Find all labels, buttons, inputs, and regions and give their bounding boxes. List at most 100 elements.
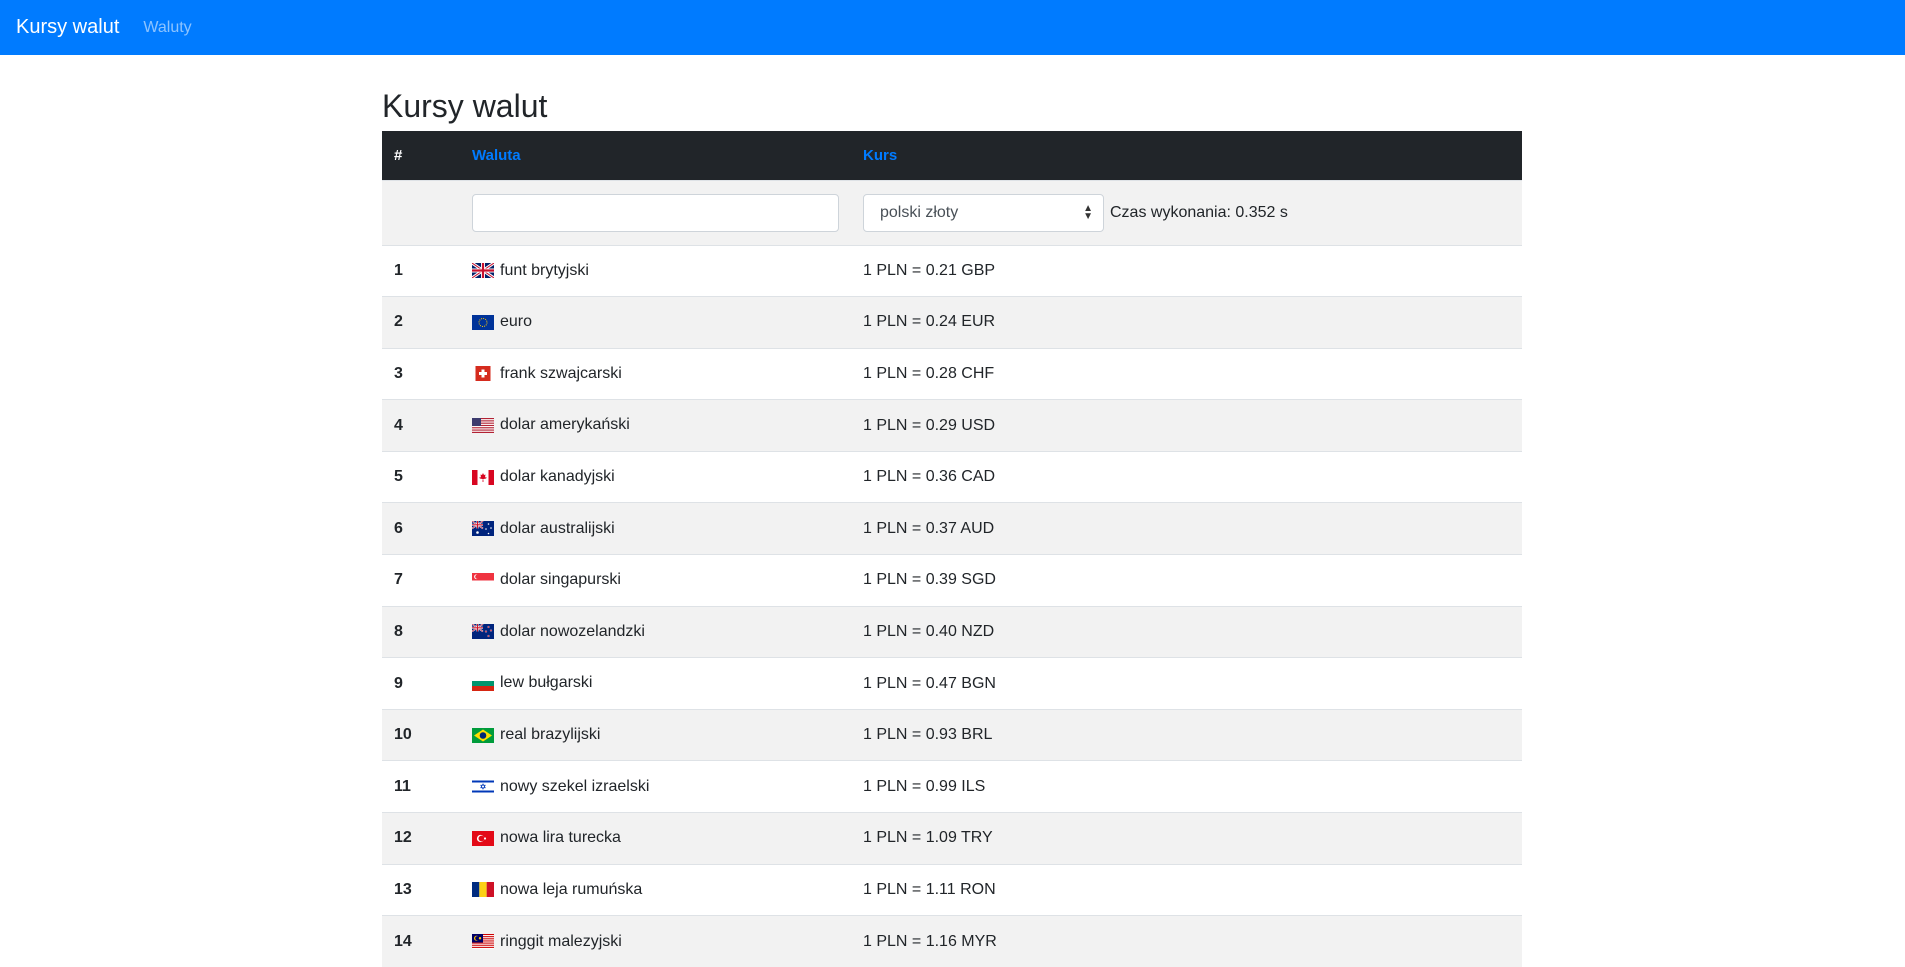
table-row: 6 dolar australijski 1 PLN = 0.37 AUD xyxy=(382,502,1522,555)
ro-flag-icon xyxy=(472,881,500,898)
currency-name: ringgit malezyjski xyxy=(500,932,622,950)
execution-time-label: Czas wykonania: 0.352 s xyxy=(1110,203,1288,221)
rate-cell: 1 PLN = 0.99 ILS xyxy=(851,760,1522,813)
table-row: 11 nowy szekel izraelski 1 PLN = 0.99 ILS xyxy=(382,760,1522,813)
my-flag-icon xyxy=(472,933,500,950)
il-flag-icon xyxy=(472,778,500,795)
row-number: 7 xyxy=(382,554,460,607)
currency-cell: nowa leja rumuńska xyxy=(460,863,851,916)
rate-cell: 1 PLN = 0.47 BGN xyxy=(851,657,1522,710)
row-number: 14 xyxy=(382,915,460,967)
row-number: 4 xyxy=(382,399,460,452)
currency-cell: euro xyxy=(460,296,851,349)
currency-name: nowa leja rumuńska xyxy=(500,880,643,898)
row-number: 9 xyxy=(382,657,460,710)
currency-name: euro xyxy=(500,313,533,331)
table-row: 10 real brazylijski 1 PLN = 0.93 BRL xyxy=(382,708,1522,761)
top-navbar: Kursy walut Waluty xyxy=(0,0,1905,55)
ch-flag-icon xyxy=(472,365,500,382)
table-row: 12 nowa lira turecka 1 PLN = 1.09 TRY xyxy=(382,812,1522,865)
main-container: Kursy walut # Waluta Kurs polski złoty ▲… xyxy=(382,55,1522,967)
navbar-brand[interactable]: Kursy walut xyxy=(16,16,119,39)
currency-table: # Waluta Kurs polski złoty ▲ ▼ Czas wyko… xyxy=(382,131,1522,967)
row-number: 3 xyxy=(382,347,460,400)
select-arrows-icon: ▲ ▼ xyxy=(1083,202,1093,222)
currency-search-input[interactable] xyxy=(472,193,839,232)
us-flag-icon xyxy=(472,417,500,434)
rate-cell: 1 PLN = 0.36 CAD xyxy=(851,450,1522,503)
currency-name: nowa lira turecka xyxy=(500,829,621,847)
rate-cell: 1 PLN = 0.29 USD xyxy=(851,399,1522,452)
table-header-row: # Waluta Kurs xyxy=(382,131,1522,180)
ca-flag-icon xyxy=(472,468,500,485)
filter-row: polski złoty ▲ ▼ Czas wykonania: 0.352 s xyxy=(382,179,1522,245)
currency-name: dolar amerykański xyxy=(500,416,630,434)
table-row: 5 dolar kanadyjski 1 PLN = 0.36 CAD xyxy=(382,450,1522,503)
currency-cell: dolar singapurski xyxy=(460,554,851,607)
currency-cell: frank szwajcarski xyxy=(460,347,851,400)
currency-name: funt brytyjski xyxy=(500,261,589,279)
row-number: 11 xyxy=(382,760,460,813)
table-row: 7 dolar singapurski 1 PLN = 0.39 SGD xyxy=(382,554,1522,607)
base-currency-select[interactable]: polski złoty ▲ ▼ xyxy=(863,193,1104,232)
currency-cell: dolar amerykański xyxy=(460,399,851,452)
table-row: 4 dolar amerykański 1 PLN = 0.29 USD xyxy=(382,399,1522,452)
currency-cell: ringgit malezyjski xyxy=(460,915,851,967)
currency-cell: lew bułgarski xyxy=(460,657,851,710)
row-number: 8 xyxy=(382,605,460,658)
table-row: 14 ringgit malezyjski 1 PLN = 1.16 MYR xyxy=(382,915,1522,967)
row-number: 6 xyxy=(382,502,460,555)
rate-cell: 1 PLN = 0.21 GBP xyxy=(851,244,1522,297)
rate-cell: 1 PLN = 1.09 TRY xyxy=(851,812,1522,865)
rate-cell: 1 PLN = 1.16 MYR xyxy=(851,915,1522,967)
bg-flag-icon xyxy=(472,675,500,692)
au-flag-icon xyxy=(472,520,500,537)
currency-cell: funt brytyjski xyxy=(460,244,851,297)
rate-cell: 1 PLN = 0.39 SGD xyxy=(851,554,1522,607)
currency-cell: dolar australijski xyxy=(460,502,851,555)
row-number: 5 xyxy=(382,450,460,503)
br-flag-icon xyxy=(472,726,500,743)
currency-cell: nowa lira turecka xyxy=(460,812,851,865)
rate-cell: 1 PLN = 0.40 NZD xyxy=(851,605,1522,658)
currency-name: dolar singapurski xyxy=(500,571,621,589)
currency-name: real brazylijski xyxy=(500,726,601,744)
page-title: Kursy walut xyxy=(382,88,548,124)
gb-flag-icon xyxy=(472,262,500,279)
header-rate[interactable]: Kurs xyxy=(851,131,1522,180)
tr-flag-icon xyxy=(472,829,500,846)
currency-name: dolar kanadyjski xyxy=(500,468,615,486)
currency-name: dolar nowozelandzki xyxy=(500,622,645,640)
currency-cell: dolar nowozelandzki xyxy=(460,605,851,658)
table-row: 1 funt brytyjski 1 PLN = 0.21 GBP xyxy=(382,244,1522,297)
table-row: 9 lew bułgarski 1 PLN = 0.47 BGN xyxy=(382,657,1522,710)
currency-cell: nowy szekel izraelski xyxy=(460,760,851,813)
rate-cell: 1 PLN = 0.28 CHF xyxy=(851,347,1522,400)
currency-name: frank szwajcarski xyxy=(500,364,622,382)
rate-cell: 1 PLN = 0.37 AUD xyxy=(851,502,1522,555)
currency-name: nowy szekel izraelski xyxy=(500,777,650,795)
row-number: 13 xyxy=(382,863,460,916)
currency-name: dolar australijski xyxy=(500,519,615,537)
table-row: 8 dolar nowozelandzki 1 PLN = 0.40 NZD xyxy=(382,605,1522,658)
row-number: 1 xyxy=(382,244,460,297)
nz-flag-icon xyxy=(472,623,500,640)
table-row: 3 frank szwajcarski 1 PLN = 0.28 CHF xyxy=(382,347,1522,400)
currency-name: lew bułgarski xyxy=(500,674,593,692)
nav-link-waluty[interactable]: Waluty xyxy=(143,19,191,37)
header-currency[interactable]: Waluta xyxy=(460,131,851,180)
rate-cell: 1 PLN = 0.93 BRL xyxy=(851,708,1522,761)
currency-cell: real brazylijski xyxy=(460,708,851,761)
base-currency-select-value: polski złoty xyxy=(880,203,959,221)
rate-cell: 1 PLN = 1.11 RON xyxy=(851,863,1522,916)
row-number: 2 xyxy=(382,296,460,349)
currency-cell: dolar kanadyjski xyxy=(460,450,851,503)
eu-flag-icon xyxy=(472,314,500,331)
rate-cell: 1 PLN = 0.24 EUR xyxy=(851,296,1522,349)
row-number: 12 xyxy=(382,812,460,865)
header-number: # xyxy=(394,146,403,164)
row-number: 10 xyxy=(382,708,460,761)
table-row: 13 nowa leja rumuńska 1 PLN = 1.11 RON xyxy=(382,863,1522,916)
sg-flag-icon xyxy=(472,571,500,588)
table-row: 2 euro 1 PLN = 0.24 EUR xyxy=(382,296,1522,349)
